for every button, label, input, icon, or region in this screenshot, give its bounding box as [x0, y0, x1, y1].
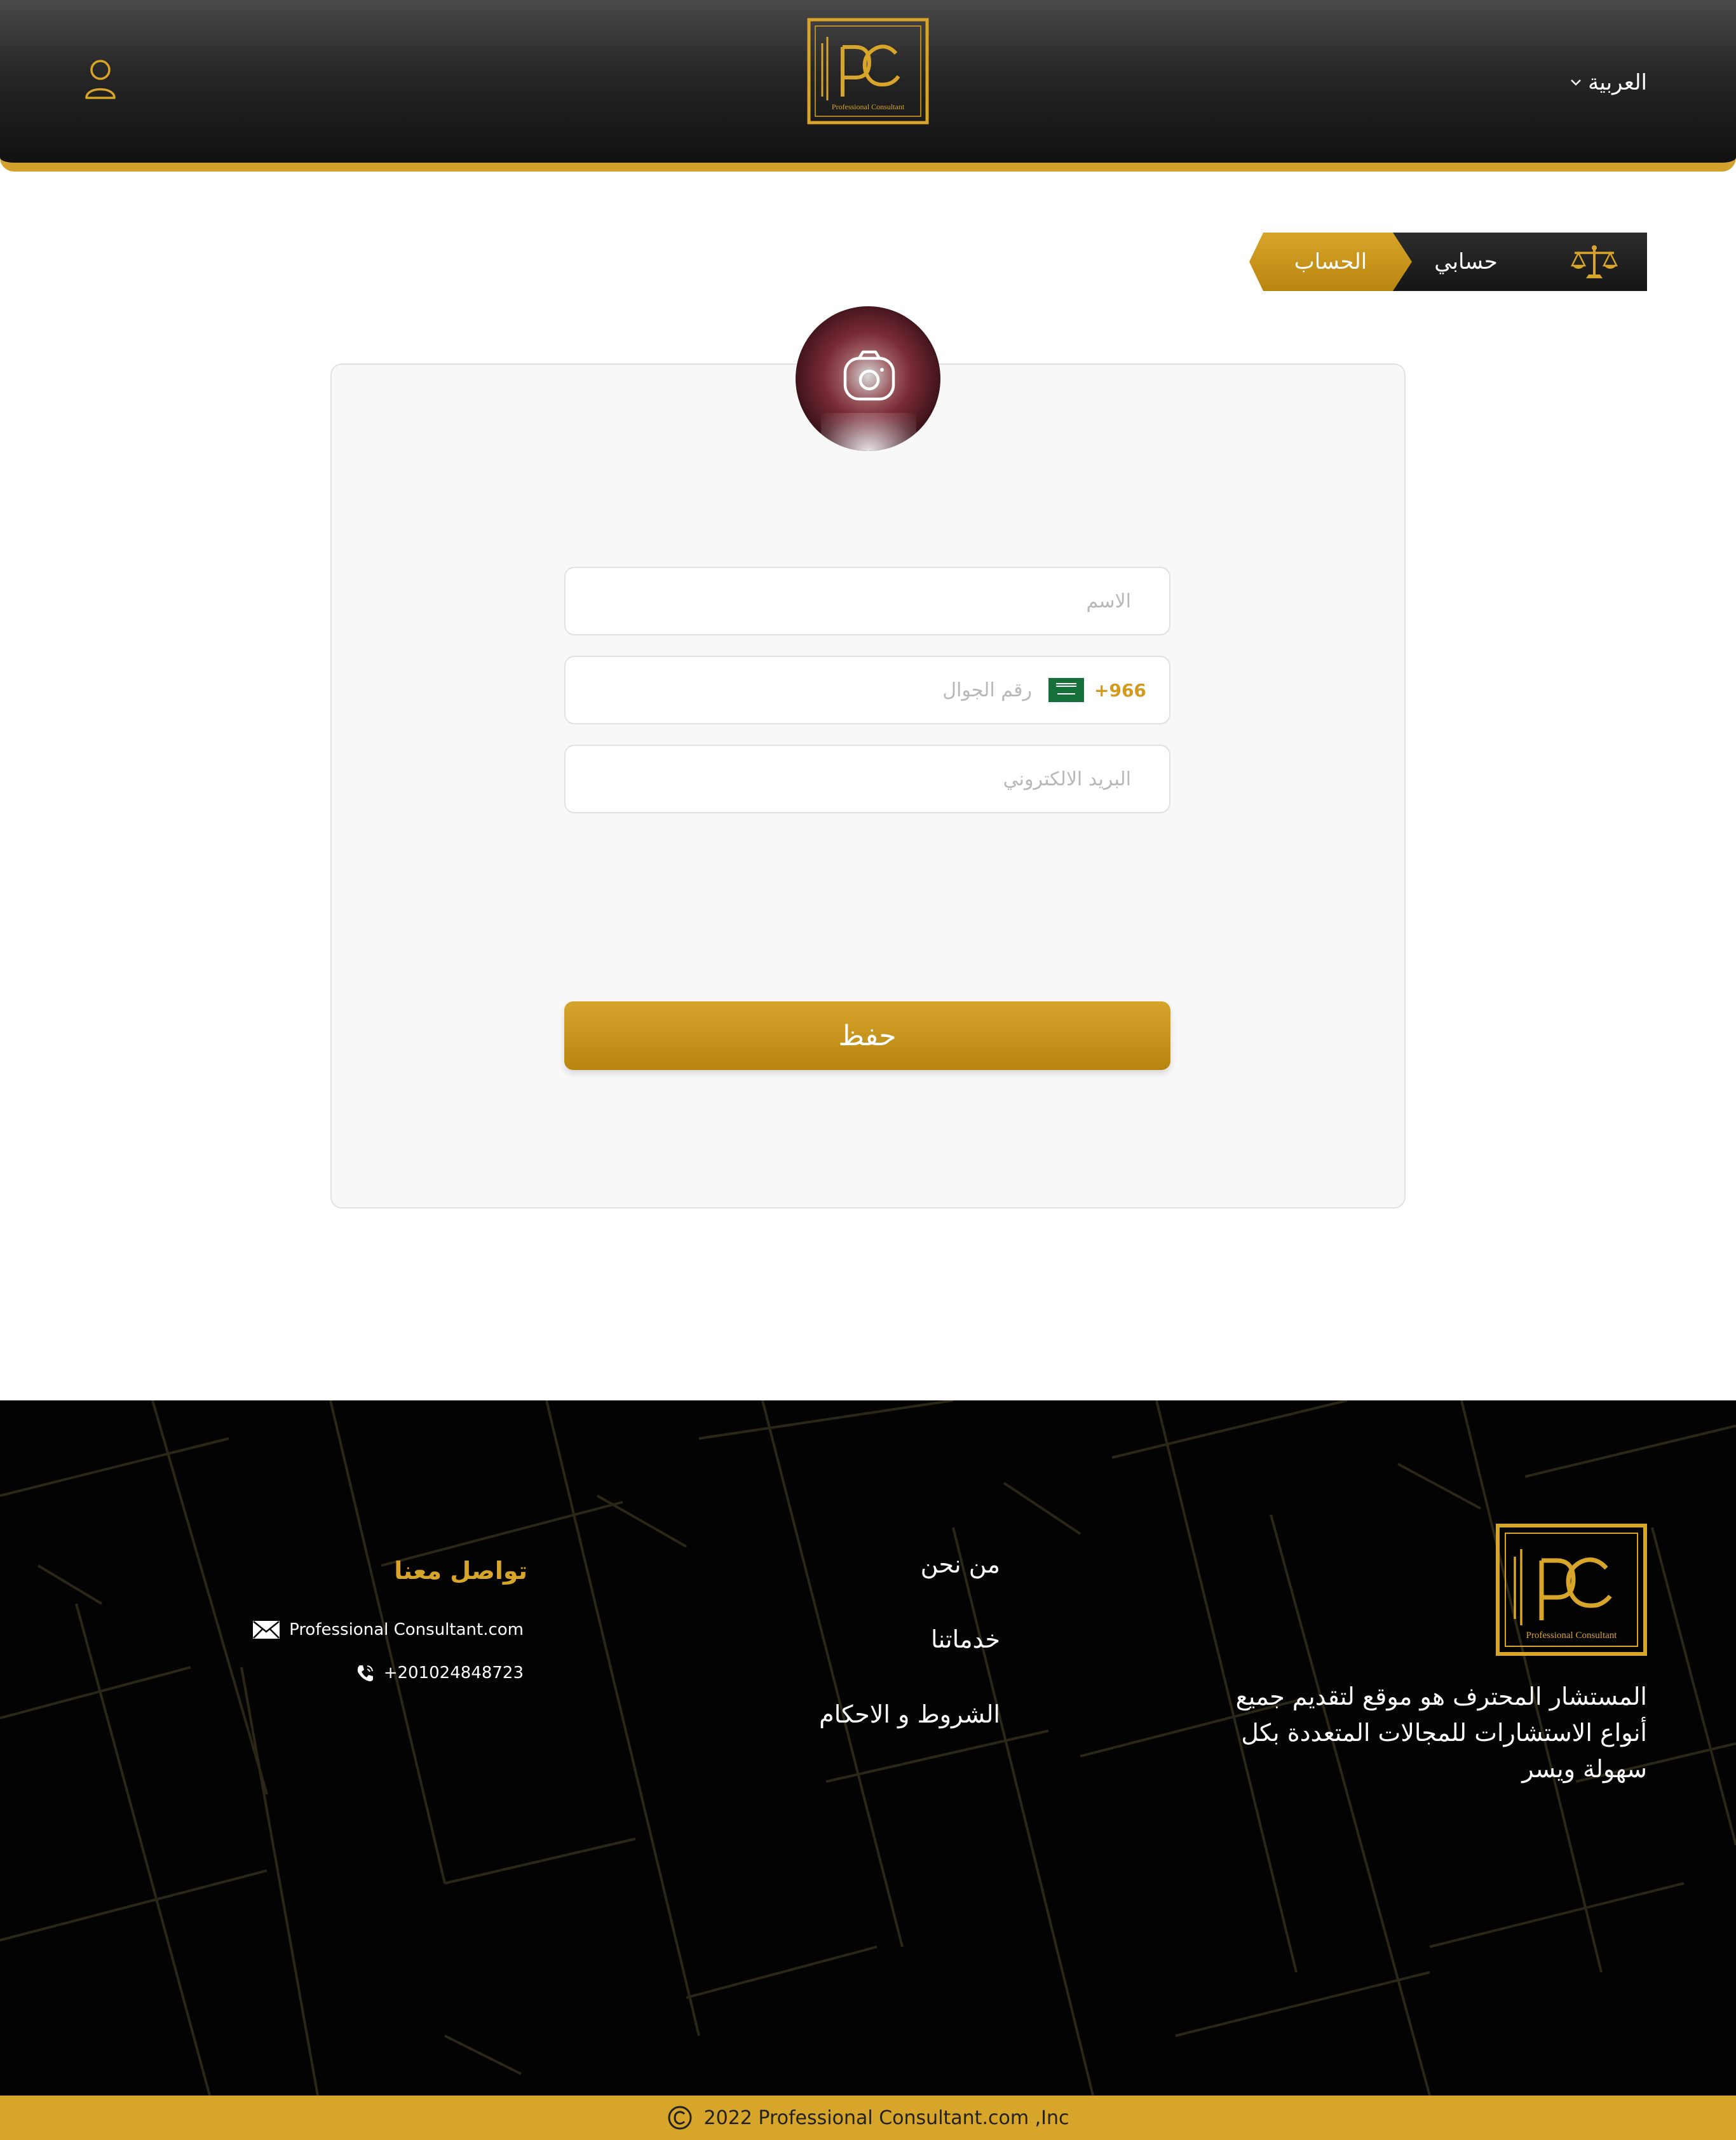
flag-icon	[1048, 678, 1084, 702]
footer-link-services[interactable]: خدماتنا	[721, 1625, 1000, 1700]
chevron-down-icon	[1571, 79, 1581, 86]
mail-icon	[253, 1621, 280, 1639]
copyright-bar: 2022 Professional Consultant.com ,Inc	[0, 2096, 1736, 2140]
contact-email-row[interactable]: Professional Consultant.com	[252, 1620, 524, 1639]
header-logo[interactable]: Professional Consultant	[807, 18, 929, 125]
contact-phone-row[interactable]: +201024848723	[356, 1663, 524, 1683]
site-header: Professional Consultant العربية	[0, 0, 1736, 172]
copyright-icon	[668, 2106, 692, 2130]
language-selector[interactable]: العربية	[1570, 67, 1647, 98]
copyright-text: 2022 Professional Consultant.com ,Inc	[703, 2106, 1069, 2129]
footer-logo-english-text: Professional Consultant	[1526, 1630, 1618, 1641]
contact-title: تواصل معنا	[394, 1557, 527, 1585]
phone-country-code: +966	[1094, 679, 1146, 701]
logo-english-text: Professional Consultant	[832, 102, 905, 111]
breadcrumb-account-current: الحساب	[1249, 233, 1412, 291]
contact-email: Professional Consultant.com	[289, 1620, 524, 1639]
email-input[interactable]	[566, 746, 1169, 812]
breadcrumb: حسابي الحساب	[1249, 233, 1647, 291]
profile-avatar[interactable]	[796, 306, 940, 451]
contact-phone: +201024848723	[383, 1663, 524, 1683]
scale-icon	[1570, 245, 1618, 278]
footer-link-about-us[interactable]: من نحن	[721, 1550, 1000, 1625]
save-button[interactable]: حفظ	[564, 1001, 1170, 1070]
email-field-wrapper	[564, 745, 1170, 813]
site-footer: Professional Consultant المستشار المحترف…	[0, 1400, 1736, 2096]
footer-links: من نحن خدماتنا الشروط و الاحكام	[721, 1550, 1000, 1775]
phone-icon	[357, 1665, 373, 1681]
user-icon[interactable]	[84, 58, 117, 100]
name-input[interactable]	[566, 568, 1169, 634]
phone-field-wrapper: +966	[564, 656, 1170, 724]
camera-icon[interactable]	[841, 349, 897, 405]
country-code-selector[interactable]: +966	[1048, 657, 1146, 723]
name-field-wrapper	[564, 567, 1170, 635]
footer-link-terms[interactable]: الشروط و الاحكام	[721, 1700, 1000, 1775]
footer-about-text: المستشار المحترف هو موقع لتقديم جميع أنو…	[1235, 1683, 1647, 1783]
language-label: العربية	[1588, 70, 1647, 95]
footer-logo[interactable]: Professional Consultant	[1496, 1524, 1647, 1656]
